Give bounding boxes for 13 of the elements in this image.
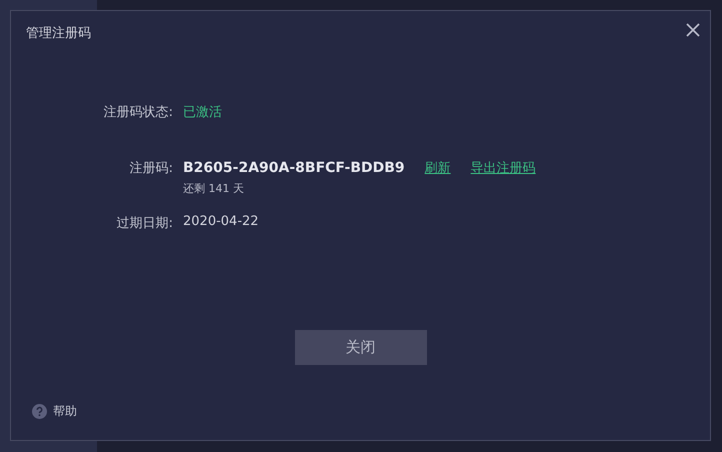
- status-value: 已激活: [183, 104, 222, 121]
- help-link[interactable]: 帮助: [53, 403, 77, 420]
- code-value: B2605-2A90A-8BFCF-BDDB9: [183, 160, 405, 176]
- field-label: 注册码状态:: [102, 104, 174, 121]
- field-label: 过期日期:: [116, 215, 174, 232]
- close-button[interactable]: 关闭: [294, 330, 426, 365]
- close-icon[interactable]: [686, 23, 700, 37]
- action-link[interactable]: 刷新: [424, 159, 451, 177]
- dialog-title: 管理注册码: [26, 25, 91, 42]
- expiry-value: 2020-04-22: [183, 214, 259, 229]
- field-label: 注册码:: [128, 160, 174, 177]
- remaining-days: 还剩 141 天: [183, 181, 536, 196]
- action-link[interactable]: 导出注册码: [470, 159, 536, 177]
